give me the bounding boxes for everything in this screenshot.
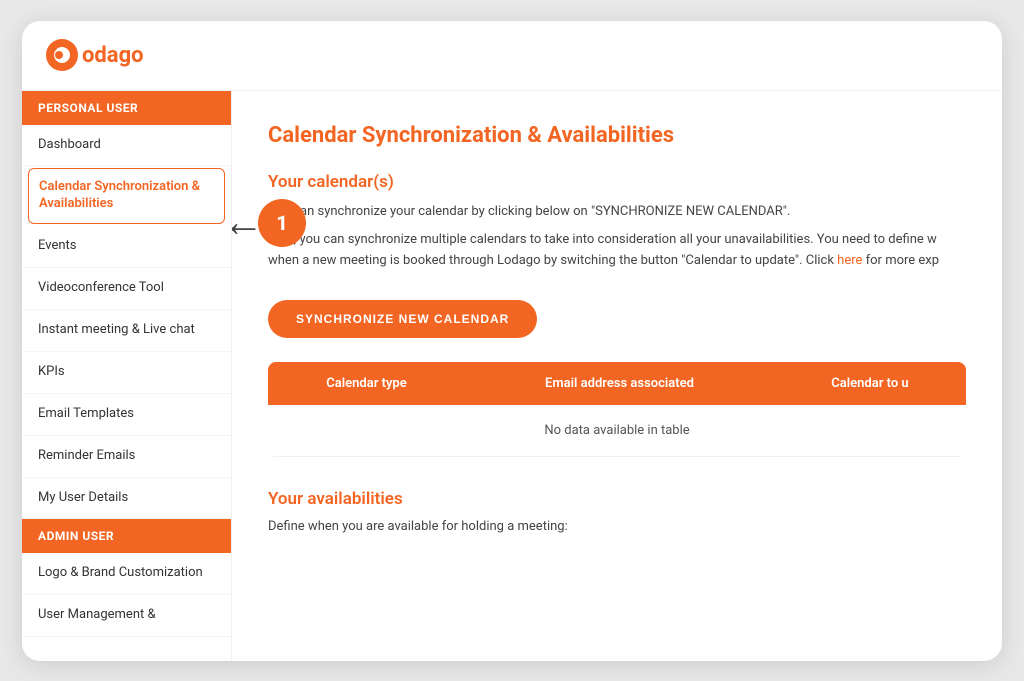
sidebar-item-email-templates[interactable]: Email Templates [22,394,231,436]
sidebar-item-instant-meeting[interactable]: Instant meeting & Live chat [22,310,231,352]
sync-new-calendar-button[interactable]: SYNCHRONIZE NEW CALENDAR [268,300,537,338]
top-bar: odago [22,21,1002,91]
table-empty-message: No data available in table [268,405,966,457]
availabilities-title: Your availabilities [268,489,966,509]
table-row-empty: No data available in table [268,405,966,457]
sidebar-item-calendar-sync[interactable]: Calendar Synchronization & Availabilitie… [28,168,225,224]
availabilities-description: Define when you are available for holdin… [268,519,966,534]
logo: odago [46,39,144,71]
sidebar-item-kpis[interactable]: KPIs [22,352,231,394]
sidebar-item-events[interactable]: Events [22,226,231,268]
annotation-overlay: ← 1 [232,199,306,247]
app-container: odago PERSONAL USER Dashboard Calendar S… [22,21,1002,661]
your-calendars-title: Your calendar(s) [268,172,966,192]
logo-text: odago [82,43,144,68]
description-2: Also, you can synchronize multiple calen… [268,230,966,272]
sidebar-item-dashboard[interactable]: Dashboard [22,125,231,167]
availabilities-section: Your availabilities Define when you are … [268,489,966,534]
page-title: Calendar Synchronization & Availabilitie… [268,123,966,148]
sidebar-section-personal: PERSONAL USER [22,91,231,125]
sidebar: PERSONAL USER Dashboard Calendar Synchro… [22,91,232,661]
table-col-email-address: Email address associated [465,362,774,405]
content-area: ← 1 Calendar Synchronization & Availabil… [232,91,1002,661]
calendar-table: Calendar type Email address associated C… [268,362,966,457]
sidebar-item-logo-brand[interactable]: Logo & Brand Customization [22,553,231,595]
here-link[interactable]: here [837,253,862,268]
sidebar-item-videoconference[interactable]: Videoconference Tool [22,268,231,310]
sidebar-item-user-management[interactable]: User Management & [22,595,231,637]
table-col-calendar-to-update: Calendar to u [774,362,966,405]
sidebar-section-admin: ADMIN USER [22,519,231,553]
sidebar-item-reminder-emails[interactable]: Reminder Emails [22,436,231,478]
step-badge: 1 [258,199,306,247]
logo-icon [46,39,78,71]
description-1: You can synchronize your calendar by cli… [268,202,966,223]
sidebar-item-my-user-details[interactable]: My User Details [22,478,231,520]
table-col-calendar-type: Calendar type [268,362,465,405]
main-layout: PERSONAL USER Dashboard Calendar Synchro… [22,91,1002,661]
